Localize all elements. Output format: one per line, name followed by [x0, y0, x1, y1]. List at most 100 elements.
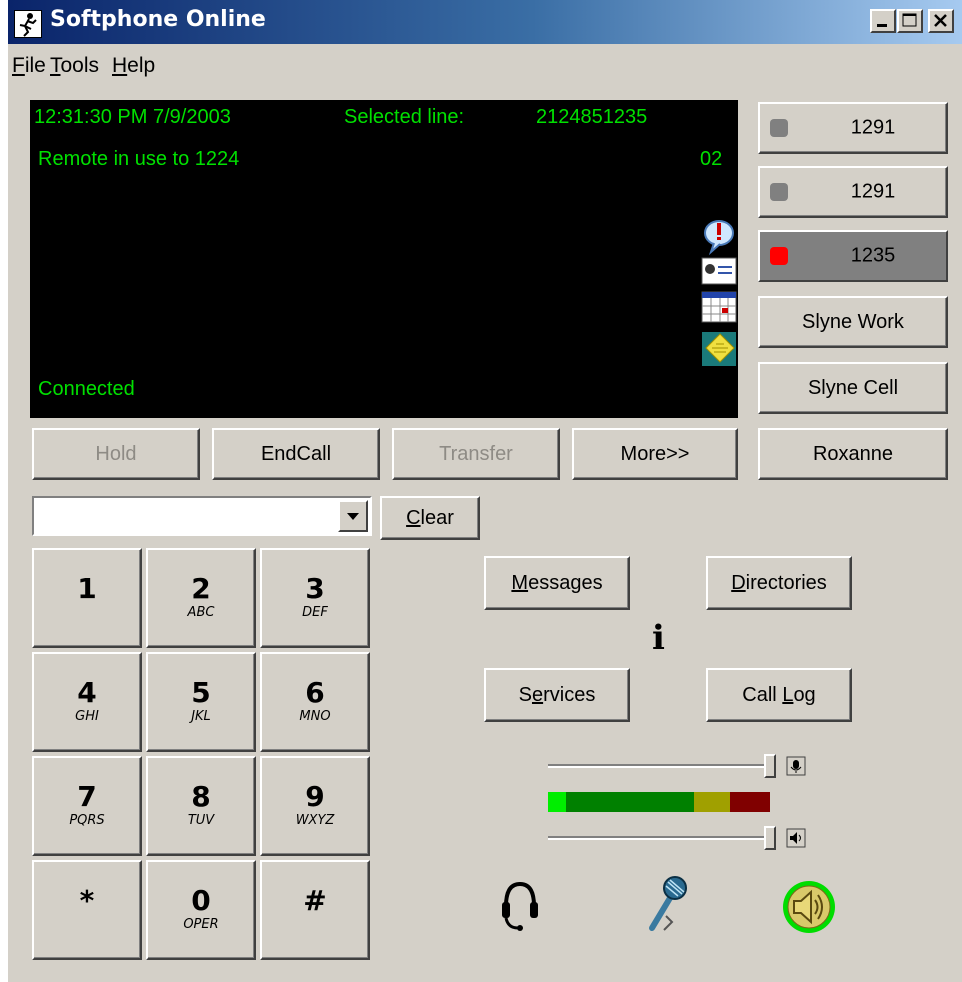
endcall-button[interactable]: EndCall: [212, 428, 380, 480]
keypad-key-2[interactable]: 2 ABC: [146, 548, 256, 648]
speakerphone-icon[interactable]: [780, 878, 838, 940]
display-connection-status: Connected: [38, 378, 135, 400]
clear-button[interactable]: Clear: [380, 496, 480, 540]
keypad-key-9[interactable]: 9 WXYZ: [260, 756, 370, 856]
menu-file-label: ile: [24, 54, 46, 77]
headset-icon[interactable]: [498, 876, 542, 938]
dial-number-combobox[interactable]: [32, 496, 372, 536]
keypad-key-4[interactable]: 4 GHI: [32, 652, 142, 752]
line-button-label: 1235: [850, 244, 896, 267]
keypad-key-0[interactable]: 0 OPER: [146, 860, 256, 960]
sticky-note-icon[interactable]: [702, 332, 736, 366]
key-digit: 8: [191, 780, 211, 813]
title-bar[interactable]: Softphone Online: [8, 0, 962, 44]
window-title: Softphone Online: [50, 7, 266, 32]
meter-segment-green: [566, 792, 694, 812]
key-digit: 3: [305, 572, 325, 605]
phone-display: 12:31:30 PM 7/9/2003 Selected line: 2124…: [30, 100, 738, 418]
line-button-2[interactable]: 1291: [758, 166, 948, 218]
menu-file[interactable]: File: [12, 54, 46, 78]
key-digit: 4: [77, 676, 97, 709]
directories-button[interactable]: Directories: [706, 556, 852, 610]
keypad-key-1[interactable]: 1: [32, 548, 142, 648]
display-datetime: 12:31:30 PM 7/9/2003: [34, 106, 231, 128]
menu-help[interactable]: Help: [112, 54, 155, 78]
more-button[interactable]: More>>: [572, 428, 738, 480]
key-digit: 9: [305, 780, 325, 813]
services-button-label: Services: [519, 684, 596, 707]
line-status-lamp: [770, 183, 788, 201]
key-letters: DEF: [302, 605, 328, 620]
messages-button-label: Messages: [511, 572, 602, 595]
key-letters: WXYZ: [295, 813, 335, 828]
key-digit: 1: [77, 572, 97, 605]
call-log-button[interactable]: Call Log: [706, 668, 852, 722]
keypad-key-3[interactable]: 3 DEF: [260, 548, 370, 648]
menu-bar: File Tools Help: [8, 46, 962, 84]
more-button-label: More>>: [620, 442, 690, 465]
directories-label-rest: irectories: [745, 571, 827, 594]
speaker-level-icon: [786, 828, 806, 848]
chevron-down-icon: [347, 513, 359, 520]
calllog-label-rest: og: [793, 683, 816, 706]
handheld-microphone-icon[interactable]: [642, 872, 694, 938]
menu-help-mnemonic: H: [112, 54, 128, 77]
key-letters: TUV: [187, 813, 215, 828]
keypad-key-7[interactable]: 7 PQRS: [32, 756, 142, 856]
keypad-key-8[interactable]: 8 TUV: [146, 756, 256, 856]
minimize-button[interactable]: [870, 9, 896, 33]
microphone-level-icon: [786, 756, 806, 776]
speed-dial-roxanne[interactable]: Roxanne: [758, 428, 948, 480]
calendar-icon[interactable]: [701, 291, 737, 323]
speaker-volume-thumb[interactable]: [764, 826, 776, 850]
speed-dial-slyne-cell[interactable]: Slyne Cell: [758, 362, 948, 414]
clear-label-rest: lear: [420, 506, 454, 529]
meter-segment-yellow: [694, 792, 730, 812]
key-digit: #: [303, 884, 327, 917]
mic-volume-thumb[interactable]: [764, 754, 776, 778]
speaker-volume-track[interactable]: [548, 836, 776, 840]
services-mnemonic: e: [531, 683, 544, 706]
key-letters: GHI: [75, 709, 99, 724]
messages-label-rest: essages: [528, 571, 603, 594]
menu-help-label: elp: [127, 54, 156, 77]
services-button[interactable]: Services: [484, 668, 630, 722]
line-button-1[interactable]: 1291: [758, 102, 948, 154]
line-button-label: 1291: [850, 116, 896, 139]
hold-button[interactable]: Hold: [32, 428, 200, 480]
alert-bubble-icon[interactable]: [704, 220, 734, 256]
key-letters: OPER: [183, 917, 219, 932]
menu-tools[interactable]: Tools: [50, 54, 99, 78]
contact-card-icon[interactable]: [701, 257, 737, 285]
keypad-key-star[interactable]: *: [32, 860, 142, 960]
meter-segment-red: [730, 792, 770, 812]
call-log-button-label: Call Log: [742, 684, 815, 707]
combobox-dropdown-button[interactable]: [338, 500, 368, 532]
keypad-key-5[interactable]: 5 JKL: [146, 652, 256, 752]
key-digit: 7: [77, 780, 97, 813]
maximize-button[interactable]: [897, 9, 923, 33]
mic-volume-track[interactable]: [548, 764, 776, 768]
line-button-3[interactable]: 1235: [758, 230, 948, 282]
app-runner-icon: [14, 10, 42, 38]
clear-button-label: Clear: [406, 507, 454, 530]
speed-dial-label: Roxanne: [812, 442, 894, 465]
info-icon[interactable]: i: [652, 618, 665, 658]
speed-dial-slyne-work[interactable]: Slyne Work: [758, 296, 948, 348]
speed-dial-label: Slyne Work: [802, 310, 904, 333]
line-status-lamp: [770, 247, 788, 265]
audio-level-meter: [548, 792, 770, 812]
key-digit: 0: [191, 884, 211, 917]
keypad-key-hash[interactable]: #: [260, 860, 370, 960]
close-button[interactable]: [928, 9, 954, 33]
key-letters: MNO: [299, 709, 331, 724]
directories-button-label: Directories: [731, 572, 827, 595]
keypad-key-6[interactable]: 6 MNO: [260, 652, 370, 752]
messages-button[interactable]: Messages: [484, 556, 630, 610]
key-digit: 2: [191, 572, 211, 605]
meter-segment-green-bright: [548, 792, 566, 812]
transfer-button[interactable]: Transfer: [392, 428, 560, 480]
speed-dial-label: Slyne Cell: [807, 376, 899, 399]
softphone-window: Softphone Online File Tools Help 12:31:3…: [8, 0, 962, 982]
services-label-pre: S: [518, 683, 532, 706]
